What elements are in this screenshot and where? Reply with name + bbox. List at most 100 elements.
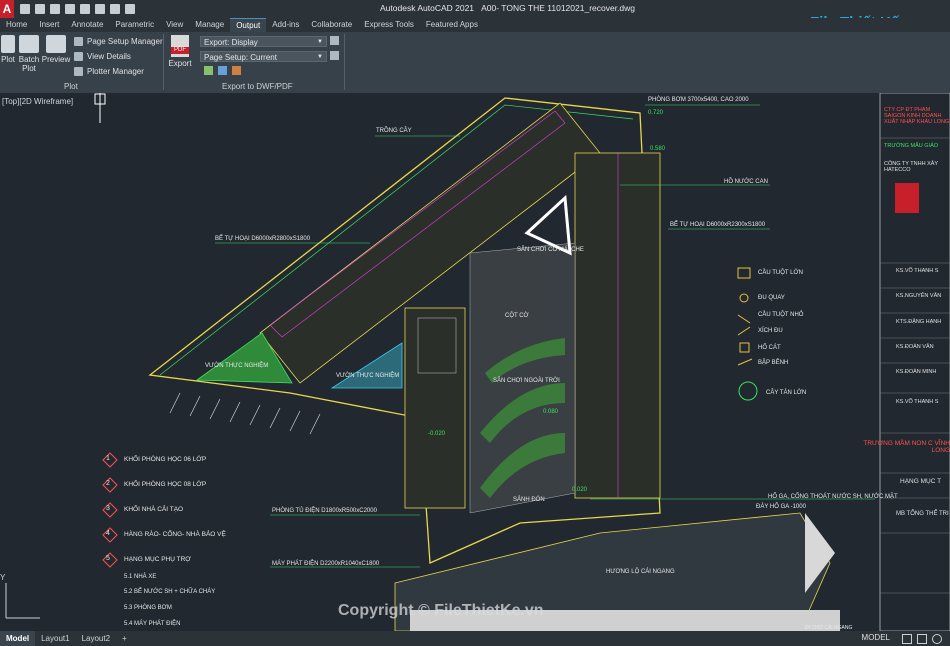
details-icon xyxy=(74,52,83,61)
plotter-icon xyxy=(74,67,83,76)
legend-num: 2 xyxy=(106,480,110,487)
legend-item-4: HÀNG RÀO- CỔNG- NHÀ BẢO VỆ xyxy=(124,531,226,538)
publish-icon[interactable] xyxy=(232,66,241,75)
panel-divider xyxy=(344,34,345,90)
legend-item-3: KHỐI NHÀ CẢI TẠO xyxy=(124,506,184,513)
tab-home[interactable]: Home xyxy=(0,18,33,32)
tab-collaborate[interactable]: Collaborate xyxy=(305,18,358,32)
sub-item: 5.1 NHÀ XE xyxy=(124,574,157,580)
titleblock-role: KS.NGUYỄN VĂN xyxy=(896,293,942,299)
preview-button[interactable]: Preview xyxy=(41,35,71,64)
status-bar: Model Layout1 Layout2 + MODEL xyxy=(0,631,950,646)
preview-icon xyxy=(46,35,66,53)
annotation: VƯỜN THỰC NGHIỆM xyxy=(336,373,400,379)
tab-view[interactable]: View xyxy=(160,18,189,32)
tab-add-ins[interactable]: Add-ins xyxy=(266,18,305,32)
save-icon[interactable] xyxy=(50,4,60,14)
page-setup-options-icon[interactable] xyxy=(330,51,339,60)
export-display-dropdown[interactable]: Export: Display ▼ xyxy=(200,36,327,47)
save-as-icon[interactable] xyxy=(65,4,75,14)
snap-icon[interactable] xyxy=(917,634,927,644)
symbol-label: CẦU TUỘT NHỎ xyxy=(758,312,804,318)
export-tools xyxy=(204,66,241,75)
printer-icon xyxy=(1,35,15,53)
symbol-label: HỐ CÁT xyxy=(758,345,781,351)
titleblock-sheet: MB TỔNG THỂ TRI xyxy=(896,511,949,517)
plotter-manager-button[interactable]: Plotter Manager xyxy=(74,67,144,76)
undo-icon[interactable] xyxy=(110,4,120,14)
open-icon[interactable] xyxy=(35,4,45,14)
drawing-canvas[interactable]: [Top][2D Wireframe] 1 KHỐI PHÒNG HỌC 06 … xyxy=(0,93,950,631)
preview-export-icon[interactable] xyxy=(204,66,213,75)
level-mark: -0.020 xyxy=(428,431,446,437)
annotation: SÂN CHƠI NGOÀI TRỜI xyxy=(493,378,560,384)
annotation: SÂN CHƠI CÓ MÁI CHE xyxy=(517,247,584,253)
annotation: HỐ GA, CỐNG THOÁT NƯỚC SH, NƯỚC MẶT xyxy=(768,494,898,500)
annotation: VƯỜN THỰC NGHIỆM xyxy=(205,363,269,369)
level-mark: 0.720 xyxy=(648,110,664,116)
tab-layout2[interactable]: Layout2 xyxy=(76,631,116,646)
plot-icon[interactable] xyxy=(95,4,105,14)
titleblock-role: KS.ĐOÀN VĂN xyxy=(896,344,934,350)
batch-export-icon[interactable] xyxy=(218,66,227,75)
level-mark: 0.080 xyxy=(543,409,559,415)
tab-express-tools[interactable]: Express Tools xyxy=(358,18,420,32)
batch-printer-icon xyxy=(19,35,39,53)
settings-icon[interactable] xyxy=(932,634,942,644)
status-tools xyxy=(902,634,942,644)
pdf-icon: PDF xyxy=(171,35,189,57)
annotation: TRỒNG CÂY xyxy=(376,128,412,134)
cloud-icon[interactable] xyxy=(80,4,90,14)
symbol-icons xyxy=(737,267,758,401)
window-title: Autodesk AutoCAD 2021 A00- TONG THE 1101… xyxy=(380,3,636,13)
page-setup-manager-button[interactable]: Page Setup Manager xyxy=(74,37,163,46)
titleblock-project: TRƯỜNG MẦM NON C VĨNH LONG xyxy=(863,440,950,454)
plot-button[interactable]: Plot xyxy=(0,35,16,64)
ucs-icon xyxy=(5,583,40,619)
legend-num: 1 xyxy=(106,455,110,462)
tab-layout1[interactable]: Layout1 xyxy=(35,631,75,646)
export-options-icon[interactable] xyxy=(330,36,339,45)
annotation: MÁY PHÁT ĐIỆN D2200xR1040xC1800 xyxy=(272,561,380,567)
plot-panel-label: Plot xyxy=(64,82,78,91)
panel-divider xyxy=(163,34,164,90)
annotation: PHÒNG TỦ ĐIỆN D1800xR500xC2000 xyxy=(272,508,377,514)
level-mark: 0.580 xyxy=(650,146,666,152)
tab-annotate[interactable]: Annotate xyxy=(65,18,109,32)
symbol-label: CẦU TUỘT LỚN xyxy=(758,270,803,276)
tab-featured-apps[interactable]: Featured Apps xyxy=(420,18,484,32)
export-panel-label: Export to DWF/PDF xyxy=(222,82,293,91)
tab-model[interactable]: Model xyxy=(0,631,36,646)
titleblock-role: KTS.ĐẶNG HẠNH xyxy=(896,319,942,325)
batch-plot-button[interactable]: Batch Plot xyxy=(17,35,41,73)
export-button[interactable]: PDF Export xyxy=(166,35,194,68)
symbol-label: XÍCH ĐU xyxy=(758,328,783,334)
grid-icon[interactable] xyxy=(902,634,912,644)
add-layout-button[interactable]: + xyxy=(116,631,133,646)
autocad-logo[interactable]: A xyxy=(0,0,14,18)
legend-num: 4 xyxy=(106,530,110,537)
annotation: BỂ TỰ HOẠI D6000xR2300xS1800 xyxy=(670,222,766,228)
tab-manage[interactable]: Manage xyxy=(189,18,230,32)
page-setup-dropdown[interactable]: Page Setup: Current ▼ xyxy=(200,51,327,62)
parking-stripes xyxy=(169,392,321,435)
symbol-label: BẬP BÊNH xyxy=(758,360,789,366)
title-block-frame xyxy=(879,93,950,631)
legend-num: 3 xyxy=(106,505,110,512)
titleblock-company: CTY CP ĐT PHẠM SAIGON KINH DOANH XUẤT NH… xyxy=(884,107,950,125)
ribbon-panel: Plot Batch Plot Preview Page Setup Manage… xyxy=(0,32,950,93)
titleblock-role: KS.VÕ THANH S xyxy=(896,399,939,405)
model-space-indicator[interactable]: MODEL xyxy=(862,633,890,642)
redo-icon[interactable] xyxy=(125,4,135,14)
view-details-button[interactable]: View Details xyxy=(74,52,131,61)
building-block-2 xyxy=(574,152,661,499)
legend-item-1: KHỐI PHÒNG HỌC 06 LỚP xyxy=(124,456,207,463)
titleblock-role: KS.VÕ THANH S xyxy=(896,268,939,274)
sub-item: 5.2 BỂ NƯỚC SH + CHỮA CHÁY xyxy=(124,589,216,595)
tab-output[interactable]: Output xyxy=(230,17,267,33)
tab-insert[interactable]: Insert xyxy=(33,18,65,32)
sub-item: 5.3 PHÒNG BƠM xyxy=(124,605,172,611)
tab-parametric[interactable]: Parametric xyxy=(109,18,160,32)
new-icon[interactable] xyxy=(20,4,30,14)
copyright-watermark: Copyright © FileThietKe.vn xyxy=(338,602,544,619)
